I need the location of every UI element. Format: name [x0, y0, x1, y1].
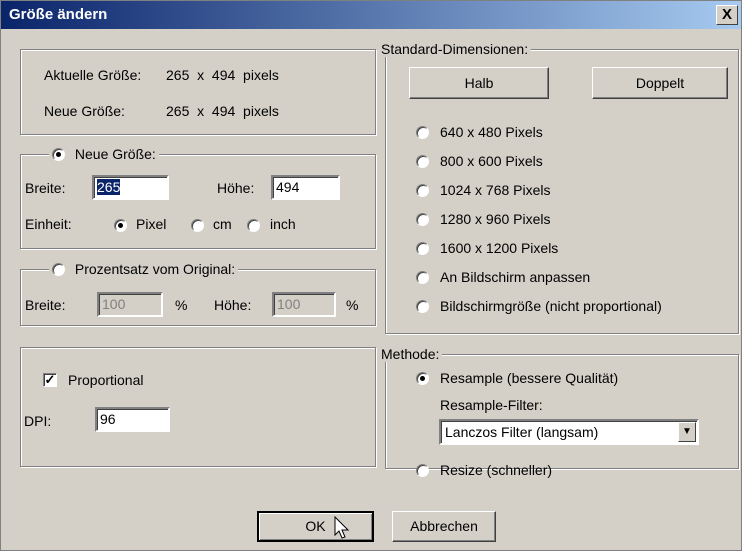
screen-size-label[interactable]: Bildschirmgröße (nicht proportional): [440, 298, 662, 314]
proportional-label[interactable]: Proportional: [68, 372, 144, 388]
close-button[interactable]: X: [716, 5, 738, 25]
dropdown-arrow-icon[interactable]: ▼: [678, 422, 696, 442]
cancel-button-label: Abbrechen: [410, 518, 478, 534]
new-size-legend: Neue Größe:: [49, 146, 159, 162]
resample-filter-select[interactable]: Lanczos Filter (langsam) ▼: [439, 419, 699, 445]
size-info-group: Aktuelle Größe: 265 x 494 pixels Neue Gr…: [20, 49, 376, 135]
ok-button[interactable]: OK: [257, 511, 374, 542]
half-button-label: Halb: [464, 75, 494, 91]
unit-inch-label[interactable]: inch: [270, 216, 296, 232]
method-legend: Methode:: [378, 346, 443, 362]
cancel-button[interactable]: Abbrechen: [392, 511, 496, 542]
fit-screen-label[interactable]: An Bildschirm anpassen: [440, 269, 590, 285]
resize-dialog: Größe ändern X Aktuelle Größe: 265 x 494…: [0, 0, 742, 551]
proportional-checkbox[interactable]: ✓: [43, 373, 57, 387]
new-size-value: 265 x 494 pixels: [166, 103, 279, 119]
standard-dimensions-group: Standard-Dimensionen: Halb Doppelt 640 x…: [378, 41, 739, 334]
percent-width-value: 100: [102, 296, 126, 312]
percent-radio-label[interactable]: Prozentsatz vom Original:: [75, 261, 235, 277]
unit-pixel-label[interactable]: Pixel: [136, 216, 166, 232]
screen-size-radio[interactable]: [416, 300, 429, 313]
resize-radio[interactable]: [416, 464, 429, 477]
unit-pixel-radio[interactable]: [114, 219, 127, 232]
current-size-value: 265 x 494 pixels: [166, 67, 279, 83]
half-button[interactable]: Halb: [409, 67, 549, 99]
dpi-value: 96: [100, 411, 116, 427]
percent-width-label: Breite:: [25, 297, 66, 313]
percent-height-value: 100: [277, 296, 301, 312]
dim-1600-label[interactable]: 1600 x 1200 Pixels: [440, 240, 558, 256]
double-button-label: Doppelt: [635, 75, 685, 91]
new-size-group: Neue Größe: Breite: 265 Höhe: 494 Einhei…: [20, 146, 376, 249]
height-input[interactable]: 494: [271, 175, 340, 200]
height-value: 494: [276, 179, 300, 195]
percent-height-input[interactable]: 100: [272, 292, 336, 317]
height-label: Höhe:: [217, 180, 255, 196]
new-size-radio-label[interactable]: Neue Größe:: [75, 146, 156, 162]
current-size-label: Aktuelle Größe:: [44, 67, 142, 83]
dim-1024-radio[interactable]: [416, 184, 429, 197]
dim-800-label[interactable]: 800 x 600 Pixels: [440, 153, 543, 169]
dim-640-radio[interactable]: [416, 126, 429, 139]
dim-1280-label[interactable]: 1280 x 960 Pixels: [440, 211, 551, 227]
mouse-cursor-icon: [334, 516, 350, 539]
title-bar[interactable]: Größe ändern X: [1, 1, 741, 29]
new-size-label: Neue Größe:: [44, 103, 125, 119]
dim-1280-radio[interactable]: [416, 213, 429, 226]
percent-radio[interactable]: [52, 263, 65, 276]
width-value: 265: [97, 179, 121, 195]
width-label: Breite:: [25, 180, 66, 196]
dpi-input[interactable]: 96: [95, 407, 170, 432]
standard-dimensions-legend: Standard-Dimensionen:: [378, 41, 532, 57]
percent-width-input[interactable]: 100: [97, 292, 163, 317]
dim-800-radio[interactable]: [416, 155, 429, 168]
unit-inch-radio[interactable]: [247, 219, 260, 232]
window-title: Größe ändern: [9, 6, 108, 23]
double-button[interactable]: Doppelt: [592, 67, 728, 99]
new-size-radio[interactable]: [52, 148, 65, 161]
options-group: ✓ Proportional DPI: 96: [20, 347, 376, 467]
method-group: Methode: Resample (bessere Qualität) Res…: [378, 346, 739, 478]
percent-group: Prozentsatz vom Original: Breite: 100 % …: [20, 261, 376, 326]
resize-label[interactable]: Resize (schneller): [440, 462, 552, 478]
close-icon: X: [721, 6, 732, 23]
unit-cm-label[interactable]: cm: [213, 216, 232, 232]
resample-filter-value: Lanczos Filter (langsam): [445, 424, 599, 440]
percent-height-label: Höhe:: [214, 297, 252, 313]
percent-height-sign: %: [346, 297, 359, 313]
dim-640-label[interactable]: 640 x 480 Pixels: [440, 124, 543, 140]
dim-1024-label[interactable]: 1024 x 768 Pixels: [440, 182, 551, 198]
percent-width-sign: %: [175, 297, 188, 313]
ok-button-label: OK: [305, 518, 326, 534]
dpi-label: DPI:: [24, 413, 52, 429]
resample-radio[interactable]: [416, 372, 429, 385]
unit-label: Einheit:: [25, 216, 72, 232]
unit-cm-radio[interactable]: [191, 219, 204, 232]
resample-filter-label: Resample-Filter:: [440, 397, 543, 413]
width-input[interactable]: 265: [92, 175, 169, 200]
percent-legend: Prozentsatz vom Original:: [49, 261, 239, 277]
resample-label[interactable]: Resample (bessere Qualität): [440, 370, 618, 386]
fit-screen-radio[interactable]: [416, 271, 429, 284]
dim-1600-radio[interactable]: [416, 242, 429, 255]
